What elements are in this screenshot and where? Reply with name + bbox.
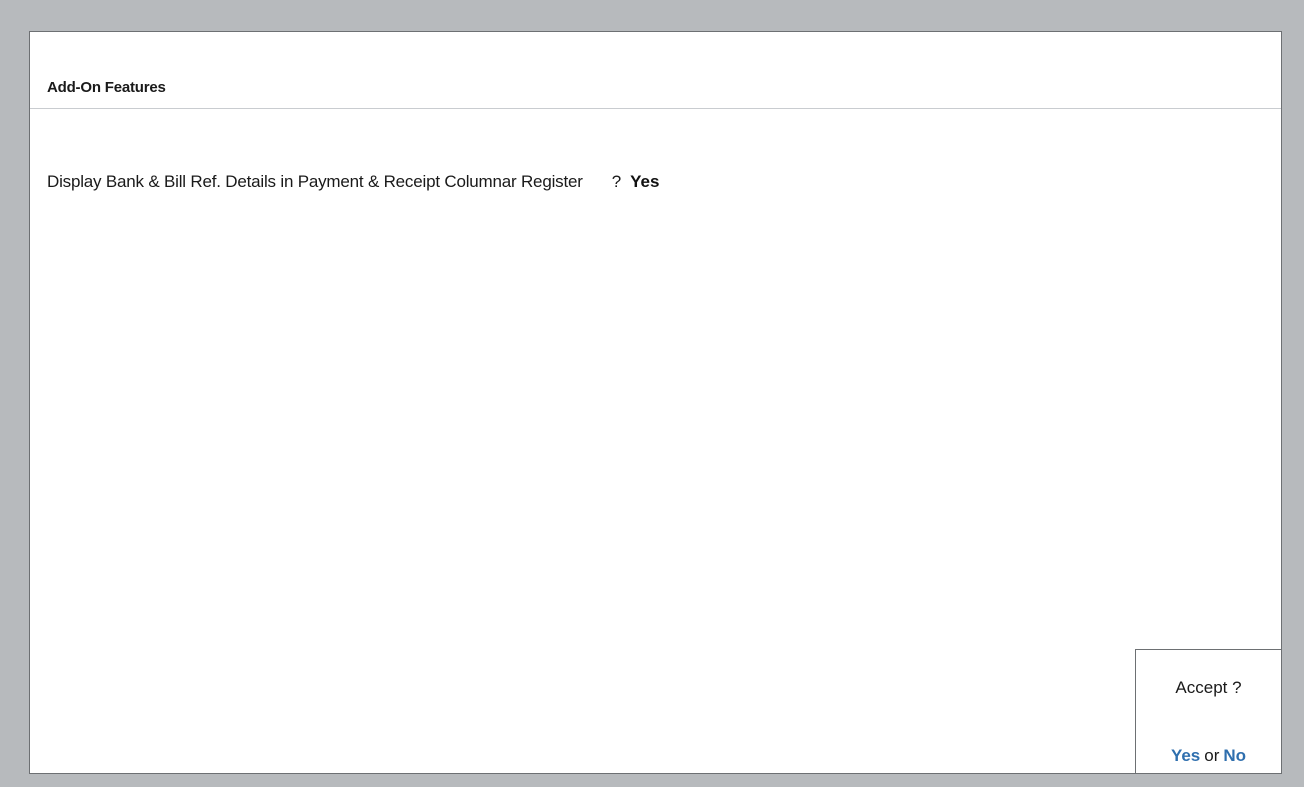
- accept-question: Accept ?: [1175, 678, 1242, 697]
- option-value-field[interactable]: Yes: [630, 172, 659, 192]
- add-on-features-panel: Add-On Features Display Bank & Bill Ref.…: [29, 31, 1282, 774]
- accept-or-label: or: [1204, 746, 1220, 765]
- title-divider: [30, 108, 1281, 109]
- section-title: Add-On Features: [47, 79, 166, 96]
- accept-dialog: Accept ? Yes or No: [1135, 649, 1282, 774]
- accept-yes-button[interactable]: Yes: [1171, 746, 1200, 765]
- accept-choices: Yes or No: [1136, 746, 1281, 766]
- option-label: Display Bank & Bill Ref. Details in Paym…: [47, 172, 583, 191]
- option-row-bank-bill-details: Display Bank & Bill Ref. Details in Paym…: [47, 172, 659, 192]
- option-question-mark: ?: [611, 172, 622, 191]
- accept-no-button[interactable]: No: [1223, 746, 1246, 765]
